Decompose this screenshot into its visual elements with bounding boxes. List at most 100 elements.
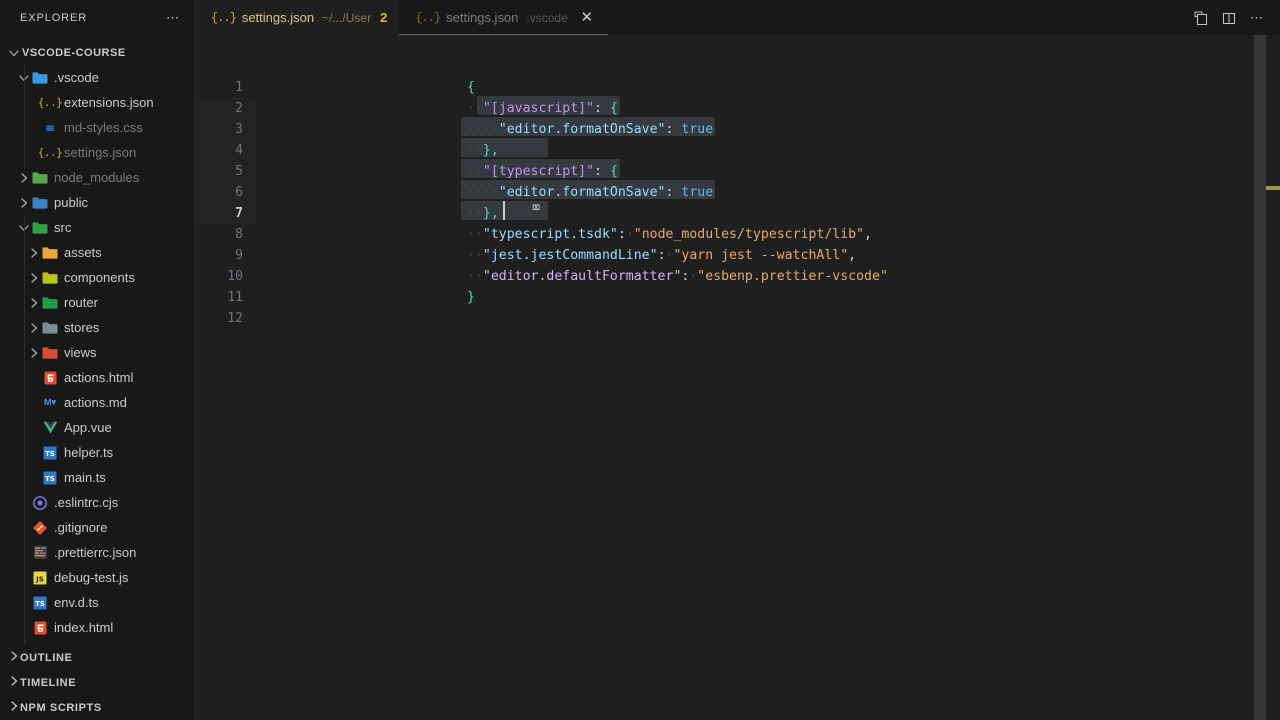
tree-item--eslintrc-cjs[interactable]: .eslintrc.cjs — [0, 490, 194, 515]
chevron-right-icon[interactable] — [8, 700, 20, 715]
sidebar-section-timeline[interactable]: TIMELINE — [0, 670, 194, 695]
tree-item-helper-ts[interactable]: TS helper.ts — [0, 440, 194, 465]
split-editor-down-icon[interactable] — [1192, 9, 1210, 27]
indent-guide — [24, 65, 25, 170]
code-line[interactable]: 11} — [195, 287, 1280, 308]
svg-text:TS: TS — [45, 475, 55, 483]
chevron-right-icon[interactable] — [28, 247, 40, 259]
tree-item-actions-html[interactable]: actions.html — [0, 365, 194, 390]
tree-item-label: stores — [64, 320, 100, 335]
chevron-right-icon[interactable] — [28, 297, 40, 309]
tab-path: ~/.../User — [322, 10, 372, 25]
tab-badge: 2 — [380, 10, 388, 25]
tree-item-settings-json[interactable]: {..} settings.json — [0, 140, 194, 165]
tree-item-stores[interactable]: stores — [0, 315, 194, 340]
close-icon[interactable]: ✕ — [578, 9, 596, 27]
more-actions-icon[interactable]: ⋯ — [1248, 9, 1266, 27]
tree-item-assets[interactable]: assets — [0, 240, 194, 265]
vue-icon — [42, 420, 58, 436]
tree-item--vscode[interactable]: .vscode — [0, 65, 194, 90]
chevron-right-icon[interactable] — [28, 347, 40, 359]
chevron-down-icon[interactable] — [8, 47, 20, 59]
sidebar-section-label: TIMELINE — [20, 676, 77, 689]
code-line[interactable]: 3 ····"editor.formatOnSave":·true — [195, 119, 1280, 140]
tree-item-label: extensions.json — [64, 95, 154, 110]
tree-item-label: node_modules — [54, 170, 140, 185]
tree-item-label: md-styles.css — [64, 120, 143, 135]
tree-item-src[interactable]: src — [0, 215, 194, 240]
tree-item-router[interactable]: router — [0, 290, 194, 315]
line-number: 2 — [235, 101, 243, 116]
chevron-right-icon[interactable] — [18, 197, 30, 209]
tree-item-public[interactable]: public — [0, 190, 194, 215]
line-number: 11 — [227, 290, 243, 305]
explorer-sidebar: EXPLORER ⋯ VSCODE-COURSE .vscode {..} exten… — [0, 0, 195, 720]
line-number: 3 — [235, 122, 243, 137]
code-line[interactable]: 1{ — [195, 77, 1280, 98]
code-line[interactable]: 6 ····"editor.formatOnSave":·true — [195, 182, 1280, 203]
line-number: 5 — [235, 164, 243, 179]
tree-item--gitignore[interactable]: .gitignore — [0, 515, 194, 540]
tree-item-md-styles-css[interactable]: ≡ md-styles.css — [0, 115, 194, 140]
editor-tab-1[interactable]: {..} settings.json .vscode ✕ — [399, 0, 608, 35]
code-line[interactable]: 2 ··"[javascript]":·{ — [195, 98, 1280, 119]
chevron-right-icon[interactable] — [18, 172, 30, 184]
tree-item-node-modules[interactable]: node_modules — [0, 165, 194, 190]
overview-ruler[interactable] — [1266, 35, 1280, 720]
folder-public-icon — [32, 195, 48, 211]
tree-item-extensions-json[interactable]: {..} extensions.json — [0, 90, 194, 115]
code-line[interactable]: 10 ··"editor.defaultFormatter":·"esbenp.p… — [195, 266, 1280, 287]
svg-text:TS: TS — [35, 600, 45, 608]
sidebar-section-outline[interactable]: OUTLINE — [0, 645, 194, 670]
folder-views-icon — [42, 345, 58, 361]
workspace-root[interactable]: VSCODE-COURSE — [0, 40, 194, 65]
code-line[interactable]: 4 ··}, — [195, 140, 1280, 161]
json-icon: {..} — [37, 96, 63, 109]
line-number: 8 — [235, 227, 243, 242]
chevron-right-icon[interactable] — [28, 272, 40, 284]
line-text: ··"[typescript]":·{ — [467, 164, 618, 179]
line-number: 1 — [235, 80, 243, 95]
code-line[interactable]: 5 ··"[typescript]":·{ — [195, 161, 1280, 182]
tree-item--prettierrc-json[interactable]: .prettierrc.json — [0, 540, 194, 565]
line-text: { — [467, 80, 475, 95]
tree-item-components[interactable]: components — [0, 265, 194, 290]
tree-item-debug-test-js[interactable]: JS debug-test.js — [0, 565, 194, 590]
tree-item-main-ts[interactable]: TS main.ts — [0, 465, 194, 490]
tree-item-actions-md[interactable]: M▾ actions.md — [0, 390, 194, 415]
code-line[interactable]: 9 ··"jest.jestCommandLine":·"yarn jest --… — [195, 245, 1280, 266]
tree-item-label: views — [64, 345, 97, 360]
tree-item-label: .prettierrc.json — [54, 545, 137, 560]
split-editor-right-icon[interactable] — [1220, 9, 1238, 27]
tree-item-index-html[interactable]: index.html — [0, 615, 194, 640]
line-number: 10 — [227, 269, 243, 284]
tree-item-label: index.html — [54, 620, 114, 635]
code-content[interactable]: 1{2 ··"[javascript]":·{3 ····"editor.forma… — [195, 35, 1280, 720]
tree-item-label: public — [54, 195, 88, 210]
tree-item-label: actions.md — [64, 395, 127, 410]
folder-node-icon — [32, 170, 48, 186]
chevron-right-icon[interactable] — [28, 322, 40, 334]
tree-item-views[interactable]: views — [0, 340, 194, 365]
tree-item-label: .gitignore — [54, 520, 108, 535]
ellipsis-icon[interactable]: ⋯ — [162, 11, 184, 24]
tree-item-label: env.d.ts — [54, 595, 99, 610]
tree-item-label: settings.json — [64, 145, 137, 160]
tree-item-app-vue[interactable]: App.vue — [0, 415, 194, 440]
tab-label: settings.json — [241, 10, 315, 25]
code-line[interactable]: 8 ··"typescript.tsdk":·"node_modules/type… — [195, 224, 1280, 245]
code-editor[interactable]: 1{2 ··"[javascript]":·{3 ····"editor.forma… — [195, 35, 1280, 720]
sidebar-section-npm-scripts[interactable]: NPM SCRIPTS — [0, 695, 194, 720]
typescript-icon: TS — [32, 595, 48, 611]
code-line[interactable]: 7 ··}, — [195, 203, 1280, 224]
editor-tab-0[interactable]: {..} settings.json ~/.../User 2 — [195, 0, 400, 35]
chevron-right-icon[interactable] — [8, 675, 20, 690]
code-line[interactable]: 12 — [195, 308, 1280, 329]
chevron-right-icon[interactable] — [8, 650, 20, 665]
file-tree[interactable]: VSCODE-COURSE .vscode {..} extensions.json ≡… — [0, 35, 194, 645]
tree-item-env-d-ts[interactable]: TS env.d.ts — [0, 590, 194, 615]
sidebar-section-label: NPM SCRIPTS — [20, 701, 102, 714]
